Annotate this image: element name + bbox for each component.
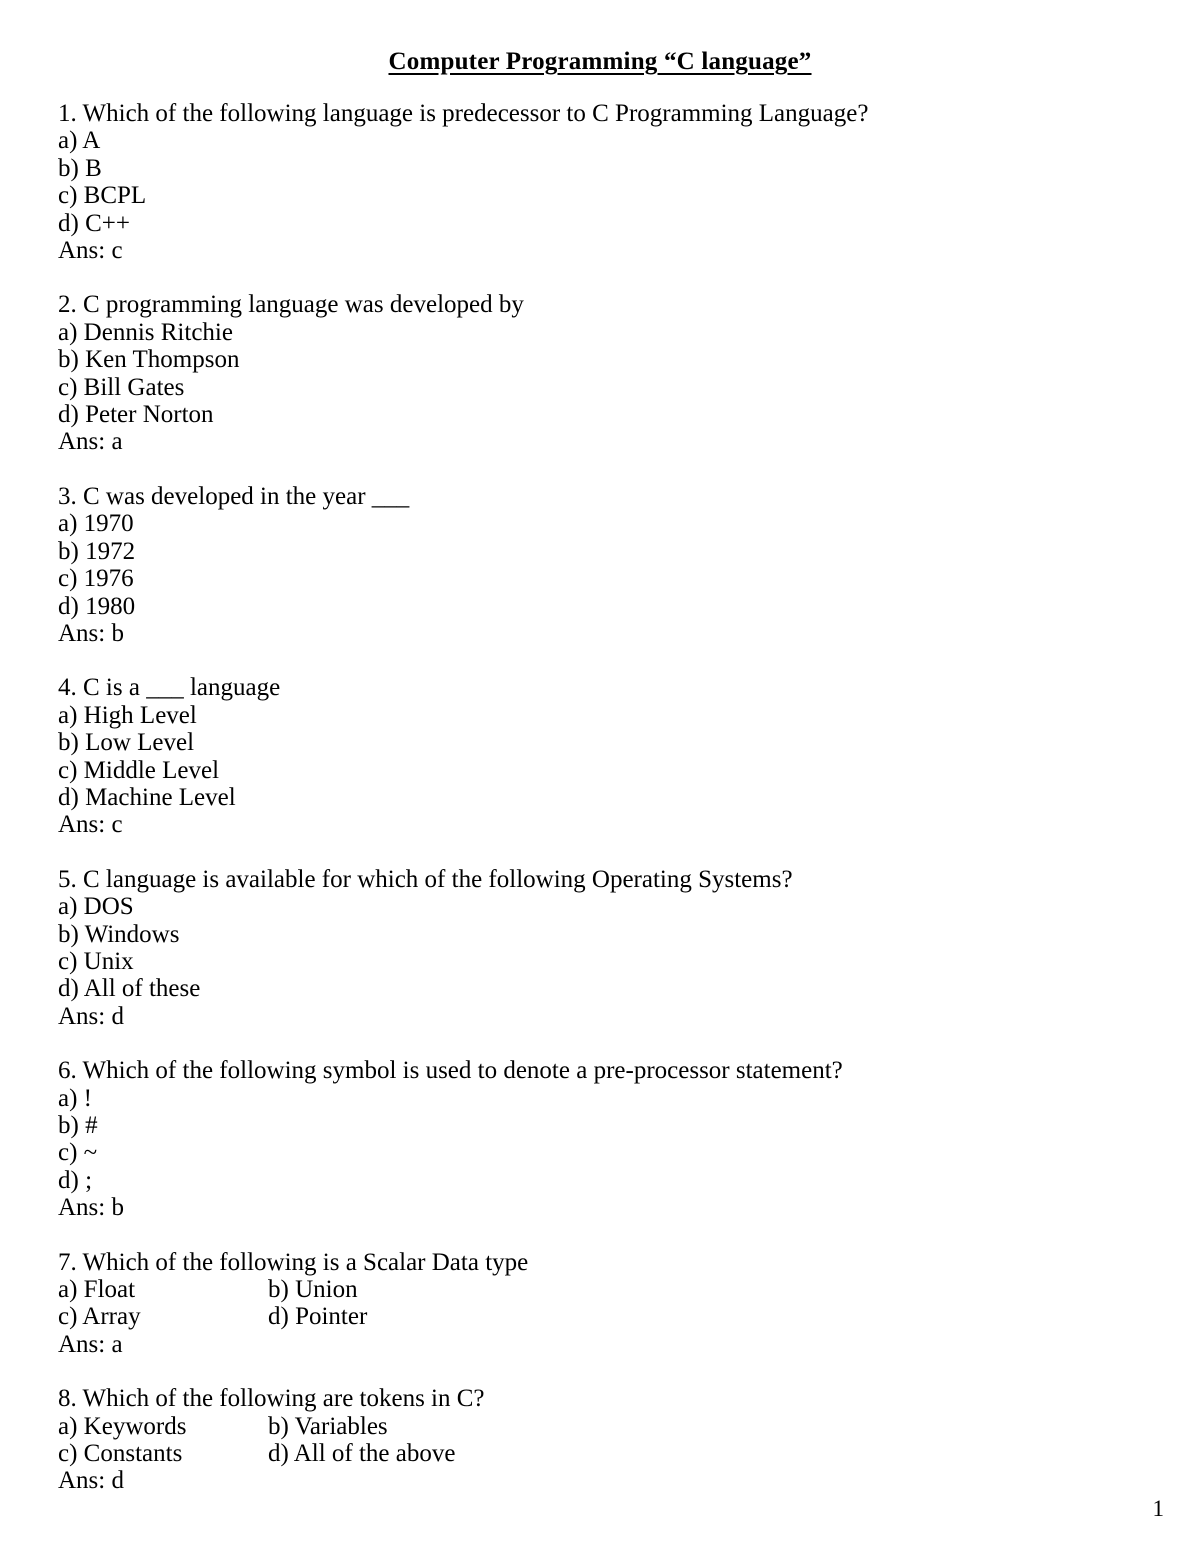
answer-option[interactable]: c) Array: [58, 1303, 268, 1330]
answer-line: Ans: b: [58, 619, 124, 647]
answer-option[interactable]: b) Union: [268, 1276, 1058, 1303]
question-block: 2. C programming language was developed …: [58, 291, 1058, 455]
answer-option[interactable]: a) Keywords: [58, 1413, 268, 1440]
question-text: 1. Which of the following language is pr…: [58, 100, 869, 127]
answer-option[interactable]: d) All of these: [58, 975, 1058, 1002]
question-block: 3. C was developed in the year ___ a) 197…: [58, 483, 1058, 647]
answer-option[interactable]: d) Machine Level: [58, 784, 1058, 811]
question-block: 6. Which of the following symbol is used…: [58, 1057, 1058, 1221]
answer-option[interactable]: b) B: [58, 155, 1058, 182]
question-block: 8. Which of the following are tokens in …: [58, 1385, 1058, 1495]
answer-option[interactable]: c) 1976: [58, 565, 1058, 592]
answer-option[interactable]: a) !: [58, 1085, 1058, 1112]
option-row: c) Constants d) All of the above: [58, 1440, 1058, 1467]
answer-option[interactable]: c) Unix: [58, 948, 1058, 975]
answer-line: Ans: a: [58, 428, 123, 456]
option-row: c) Array d) Pointer: [58, 1303, 1058, 1330]
answer-option[interactable]: a) 1970: [58, 510, 1058, 537]
option-row: a) Keywords b) Variables: [58, 1413, 1058, 1440]
answer-option[interactable]: a) High Level: [58, 702, 1058, 729]
answer-line: Ans: a: [58, 1330, 123, 1358]
question-text: 7. Which of the following is a Scalar Da…: [58, 1248, 529, 1276]
page-title: Computer Programming “C language”: [0, 48, 1200, 76]
answer-option[interactable]: d) Pointer: [268, 1303, 1058, 1330]
question-text: 6. Which of the following symbol is used…: [58, 1057, 843, 1085]
question-text: 5. C language is available for which of …: [58, 865, 793, 893]
question-block: 7. Which of the following is a Scalar Da…: [58, 1249, 1058, 1359]
question-text: 4. C is a ___ language: [58, 674, 281, 702]
answer-line: Ans: b: [58, 1194, 124, 1222]
answer-option[interactable]: d) 1980: [58, 593, 1058, 620]
answer-option[interactable]: b) Windows: [58, 921, 1058, 948]
question-text: 2. C programming language was developed …: [58, 291, 524, 319]
page-title-text: Computer Programming “C language”: [388, 48, 812, 75]
answer-option[interactable]: a) Dennis Ritchie: [58, 319, 1058, 346]
question-text: 3. C was developed in the year ___: [58, 482, 410, 510]
page-number: 1: [1152, 1496, 1165, 1521]
question-block: 4. C is a ___ language a) High Level b) Lo…: [58, 674, 1058, 838]
answer-option[interactable]: b) Variables: [268, 1413, 1058, 1440]
answer-option[interactable]: a) Float: [58, 1276, 268, 1303]
answer-option[interactable]: c) Constants: [58, 1440, 268, 1467]
answer-option[interactable]: c) ~: [58, 1139, 1058, 1166]
answer-line: Ans: d: [58, 1467, 124, 1495]
answer-option[interactable]: d) ;: [58, 1167, 1058, 1194]
answer-option[interactable]: b) 1972: [58, 538, 1058, 565]
answer-line: Ans: c: [58, 237, 123, 265]
answer-option[interactable]: b) Ken Thompson: [58, 346, 1058, 373]
question-list: 1. Which of the following language is pr…: [58, 100, 1058, 1522]
document-page: Computer Programming “C language” 1. Whi…: [0, 0, 1200, 1553]
answer-option[interactable]: c) Middle Level: [58, 757, 1058, 784]
answer-option[interactable]: a) A: [58, 127, 1058, 154]
answer-option[interactable]: c) Bill Gates: [58, 374, 1058, 401]
answer-line: Ans: c: [58, 811, 123, 839]
answer-option[interactable]: b) Low Level: [58, 729, 1058, 756]
answer-option[interactable]: d) Peter Norton: [58, 401, 1058, 428]
option-row: a) Float b) Union: [58, 1276, 1058, 1303]
answer-option[interactable]: d) C++: [58, 210, 1058, 237]
answer-option[interactable]: d) All of the above: [268, 1440, 1058, 1467]
answer-option[interactable]: c) BCPL: [58, 182, 1058, 209]
question-block: 1. Which of the following language is pr…: [58, 100, 1058, 264]
answer-option[interactable]: b) #: [58, 1112, 1058, 1139]
question-block: 5. C language is available for which of …: [58, 866, 1058, 1030]
question-text: 8. Which of the following are tokens in …: [58, 1385, 485, 1413]
answer-line: Ans: d: [58, 1002, 124, 1030]
answer-option[interactable]: a) DOS: [58, 893, 1058, 920]
